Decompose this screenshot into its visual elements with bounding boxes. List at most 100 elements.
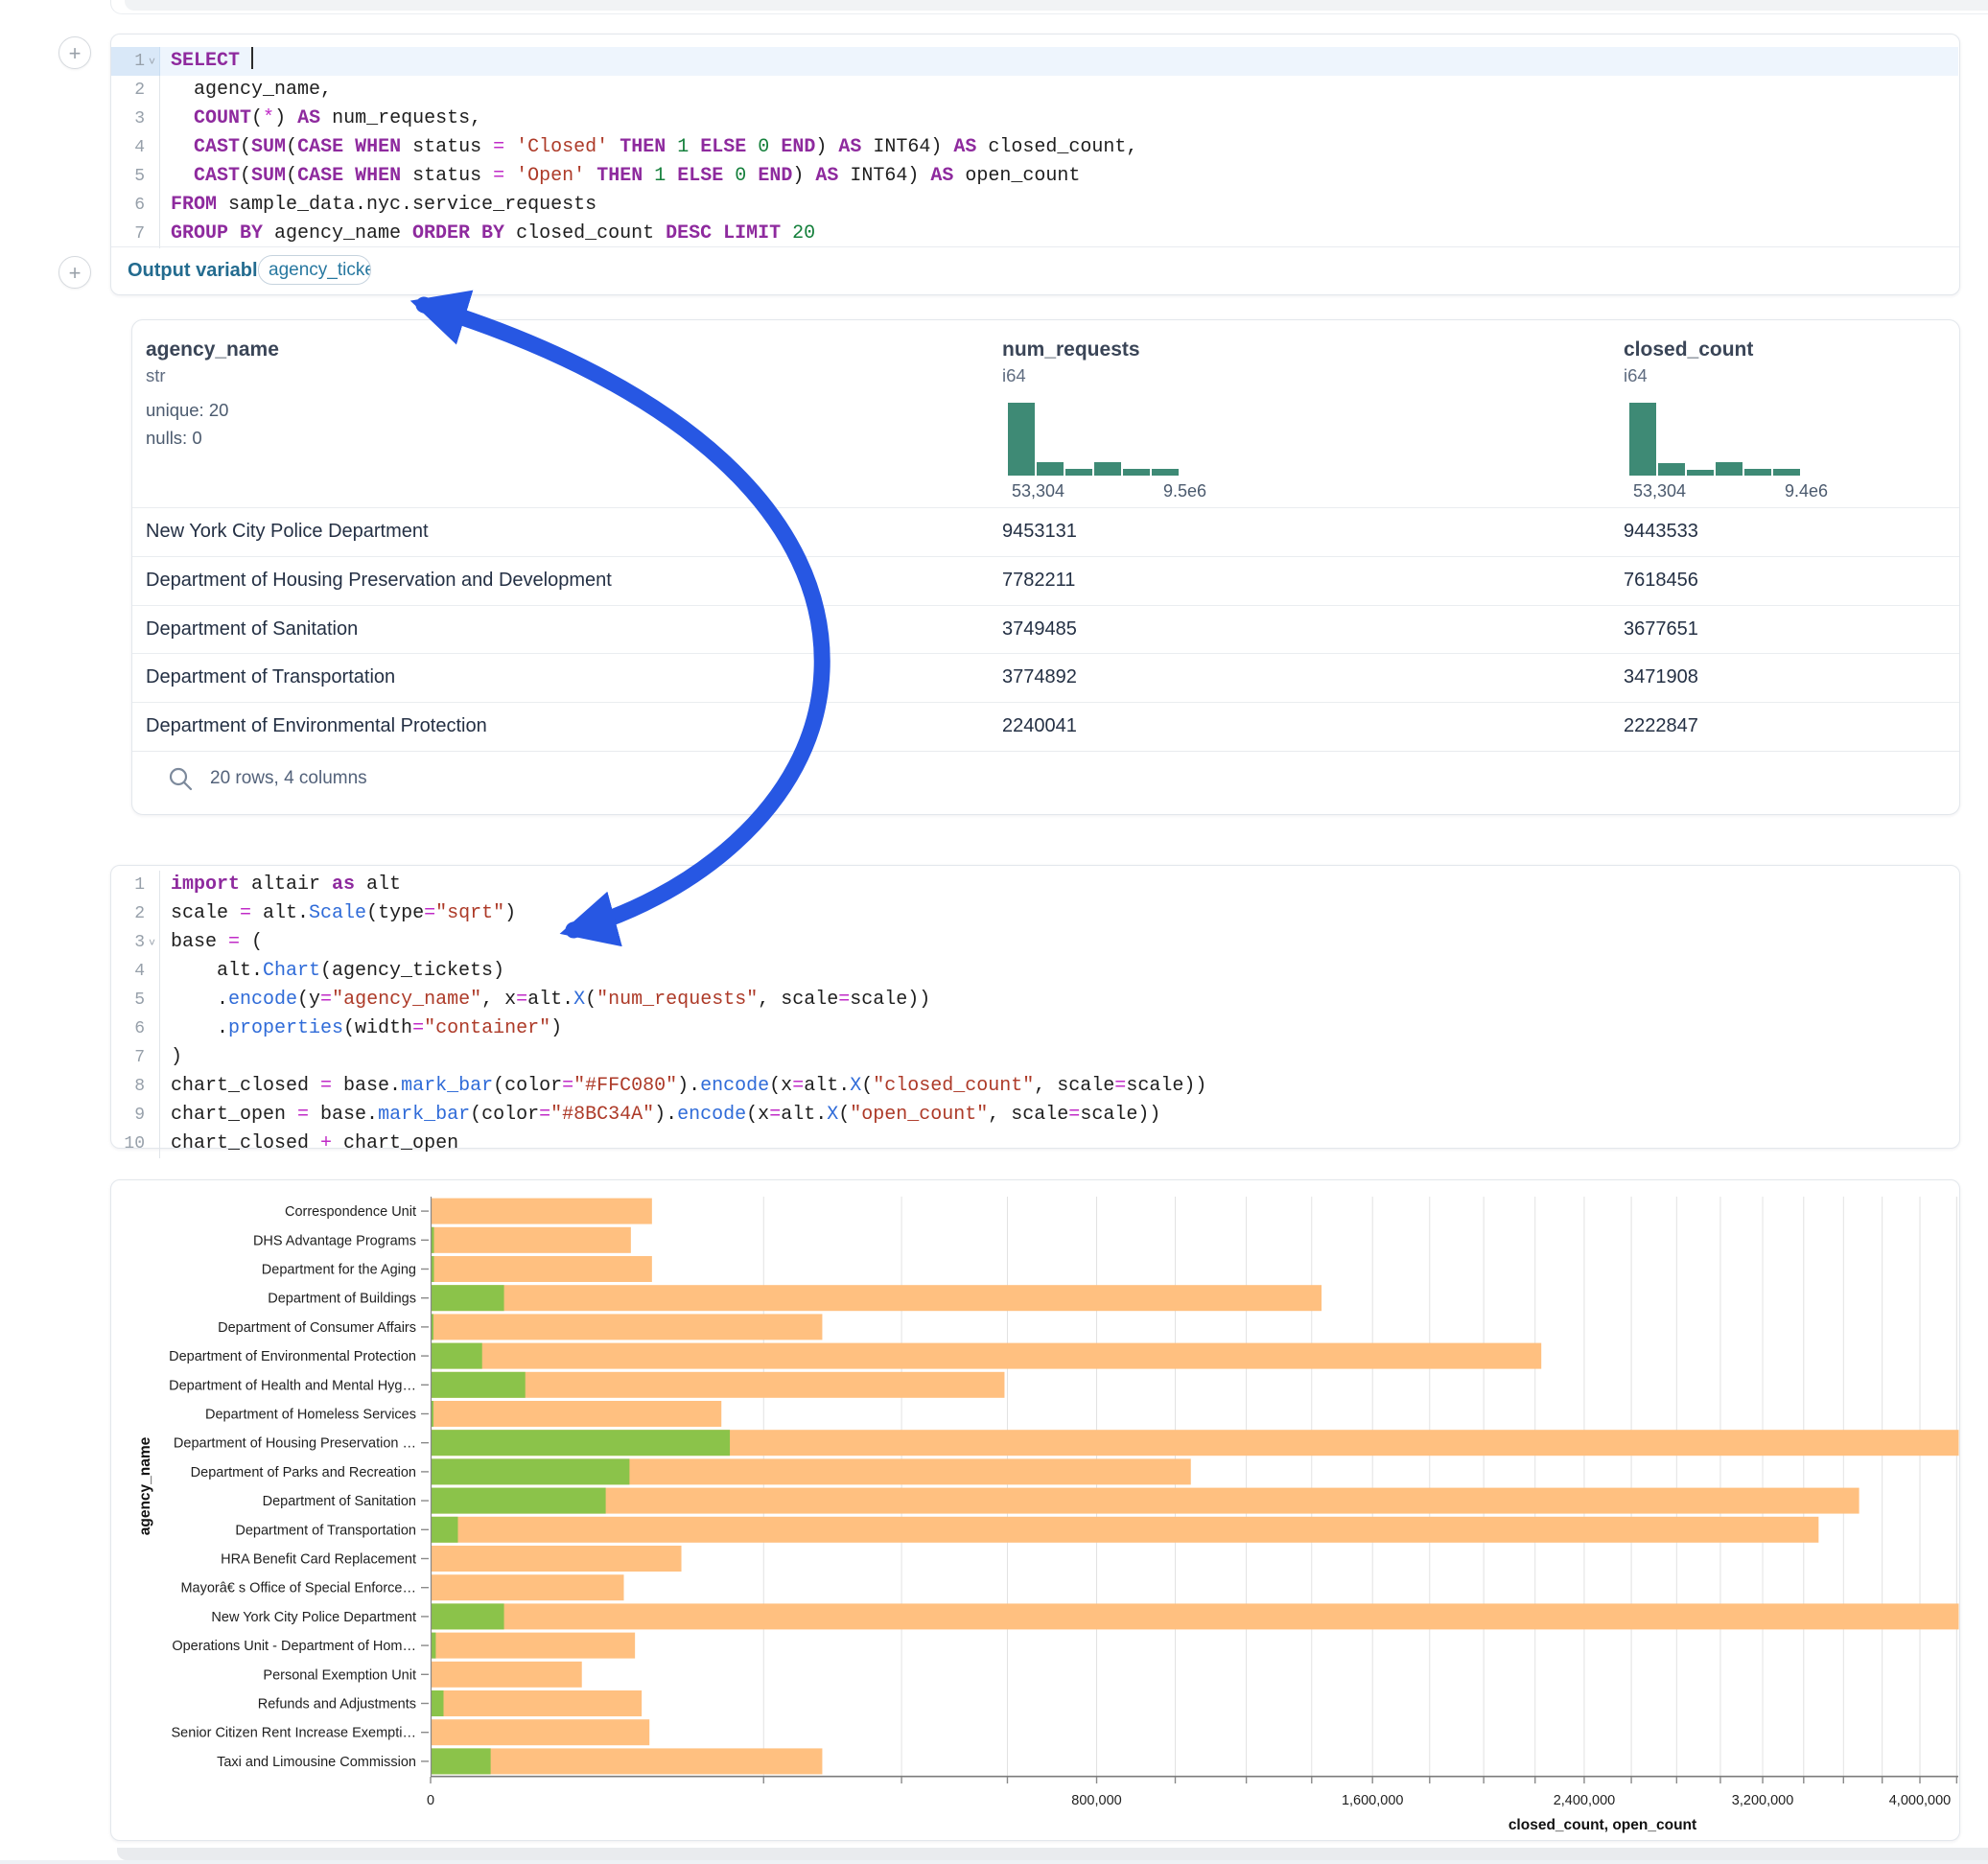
y-axis-label: Mayorâ€ s Office of Special Enforce… — [180, 1581, 416, 1596]
open_count-bar[interactable] — [432, 1517, 458, 1543]
table-row[interactable]: New York City Police Department945313194… — [132, 507, 1959, 557]
y-axis-label: Department of Homeless Services — [205, 1408, 416, 1423]
histogram-bar — [1008, 403, 1035, 476]
table-cell: Department of Transportation — [146, 666, 395, 688]
code-text: .encode(y="agency_name", x=alt.X("num_re… — [160, 986, 930, 1014]
column-name: closed_count — [1624, 338, 1753, 361]
python-code-line[interactable]: 4 alt.Chart(agency_tickets) — [111, 957, 1958, 986]
python-code-line[interactable]: 3˅base = ( — [111, 928, 1958, 957]
sql-code-line[interactable]: 4 CAST(SUM(CASE WHEN status = 'Closed' T… — [111, 133, 1958, 162]
closed_count-bar[interactable] — [432, 1227, 631, 1253]
line-number-gutter: 4 — [111, 133, 160, 162]
code-text: chart_closed = base.mark_bar(color="#FFC… — [160, 1072, 1206, 1101]
table-cell: 2222847 — [1624, 715, 1698, 737]
histogram-bar — [1094, 462, 1121, 476]
open_count-bar[interactable] — [432, 1690, 444, 1716]
closed_count-bar[interactable] — [432, 1603, 1960, 1629]
closed_count-bar[interactable] — [432, 1690, 643, 1716]
closed_count-bar[interactable] — [432, 1633, 636, 1659]
closed_count-bar[interactable] — [432, 1401, 722, 1427]
line-number: 6 — [134, 1014, 145, 1043]
open_count-bar[interactable] — [432, 1343, 482, 1369]
open_count-bar[interactable] — [432, 1488, 606, 1514]
x-axis-title: closed_count, open_count — [1509, 1817, 1696, 1833]
line-number-gutter: 3˅ — [111, 928, 160, 957]
output-variable-chip[interactable]: agency_tickets — [258, 255, 371, 285]
sql-code-line[interactable]: 2 agency_name, — [111, 76, 1958, 105]
sql-code-line[interactable]: 6FROM sample_data.nyc.service_requests — [111, 191, 1958, 220]
y-axis-label: DHS Advantage Programs — [253, 1233, 416, 1248]
x-axis-label: 800,000 — [1071, 1793, 1121, 1808]
closed_count-bar[interactable] — [432, 1488, 1859, 1514]
python-code-line[interactable]: 5 .encode(y="agency_name", x=alt.X("num_… — [111, 986, 1958, 1014]
line-number: 4 — [134, 133, 145, 162]
python-code-line[interactable]: 10chart_closed + chart_open — [111, 1130, 1958, 1158]
fold-chevron-icon[interactable]: ˅ — [145, 47, 159, 76]
table-footer: 20 rows, 4 columns — [132, 751, 1959, 816]
line-number: 2 — [134, 899, 145, 928]
closed_count-bar[interactable] — [432, 1314, 823, 1340]
open_count-bar[interactable] — [432, 1285, 504, 1311]
table-row[interactable]: Department of Sanitation37494853677651 — [132, 605, 1959, 655]
python-code-line[interactable]: 2scale = alt.Scale(type="sqrt") — [111, 899, 1958, 928]
closed_count-bar[interactable] — [432, 1517, 1819, 1543]
open_count-bar[interactable] — [432, 1458, 630, 1484]
table-row[interactable]: Department of Transportation377489234719… — [132, 653, 1959, 703]
column-type: i64 — [1624, 365, 1648, 386]
closed_count-bar[interactable] — [432, 1199, 652, 1224]
code-text: base = ( — [160, 928, 263, 957]
python-code-line[interactable]: 9chart_open = base.mark_bar(color="#8BC3… — [111, 1101, 1958, 1130]
sql-code-line[interactable]: 3 COUNT(*) AS num_requests, — [111, 105, 1958, 133]
table-cell: 3677651 — [1624, 618, 1698, 641]
add-cell-button-output[interactable]: + — [58, 256, 91, 289]
closed_count-bar[interactable] — [432, 1546, 682, 1572]
sql-code-editor[interactable]: 1˅SELECT 2 agency_name,3 COUNT(*) AS num… — [111, 47, 1958, 248]
open_count-bar[interactable] — [432, 1603, 504, 1629]
histogram-bar — [1123, 469, 1150, 476]
closed_count-bar[interactable] — [432, 1343, 1542, 1369]
line-number-gutter: 5 — [111, 162, 160, 191]
line-number: 4 — [134, 957, 145, 986]
sql-code-line[interactable]: 5 CAST(SUM(CASE WHEN status = 'Open' THE… — [111, 162, 1958, 191]
sql-code-line[interactable]: 7GROUP BY agency_name ORDER BY closed_co… — [111, 220, 1958, 248]
table-cell: 3471908 — [1624, 666, 1698, 688]
python-code-line[interactable]: 1import altair as alt — [111, 871, 1958, 899]
line-number: 1 — [134, 871, 145, 899]
results-table: agency_namestrunique: 20nulls: 0num_requ… — [131, 319, 1960, 815]
code-text: CAST(SUM(CASE WHEN status = 'Open' THEN … — [160, 162, 1080, 191]
table-row[interactable]: Department of Environmental Protection 22… — [132, 702, 1959, 752]
open_count-bar[interactable] — [432, 1430, 731, 1456]
histogram-max-label: 9.4e6 — [1785, 481, 1828, 501]
closed_count-bar[interactable] — [432, 1719, 650, 1745]
line-number-gutter: 7 — [111, 1043, 160, 1072]
line-number: 6 — [134, 191, 145, 220]
closed_count-bar[interactable] — [432, 1256, 652, 1282]
line-number-gutter: 5 — [111, 986, 160, 1014]
code-text: chart_open = base.mark_bar(color="#8BC34… — [160, 1101, 1160, 1130]
python-code-line[interactable]: 8chart_closed = base.mark_bar(color="#FF… — [111, 1072, 1958, 1101]
line-number: 2 — [134, 76, 145, 105]
closed_count-bar[interactable] — [432, 1285, 1322, 1311]
open_count-bar[interactable] — [432, 1633, 436, 1659]
fold-chevron-icon[interactable]: ˅ — [145, 928, 159, 957]
open_count-bar[interactable] — [432, 1372, 526, 1398]
add-cell-button-top[interactable]: + — [58, 36, 91, 69]
histogram-bar — [1658, 463, 1685, 476]
table-cell: Department of Environmental Protection — [146, 715, 487, 737]
closed_count-bar[interactable] — [432, 1662, 582, 1688]
column-histogram[interactable] — [1629, 403, 1804, 476]
column-name: agency_name — [146, 338, 279, 361]
next-cell-fragment — [117, 1848, 1988, 1860]
python-code-line[interactable]: 7) — [111, 1043, 1958, 1072]
python-code-editor[interactable]: 1import altair as alt2scale = alt.Scale(… — [111, 871, 1958, 1158]
column-histogram[interactable] — [1008, 403, 1182, 476]
histogram-bar — [1065, 469, 1092, 476]
sql-code-line[interactable]: 1˅SELECT — [111, 47, 1958, 76]
python-code-line[interactable]: 6 .properties(width="container") — [111, 1014, 1958, 1043]
table-row[interactable]: Department of Housing Preservation and D… — [132, 556, 1959, 606]
column-stat: unique: 20 — [146, 400, 228, 421]
closed_count-bar[interactable] — [432, 1574, 624, 1600]
column-name: num_requests — [1002, 338, 1140, 361]
search-icon[interactable] — [167, 765, 194, 792]
open_count-bar[interactable] — [432, 1748, 491, 1774]
